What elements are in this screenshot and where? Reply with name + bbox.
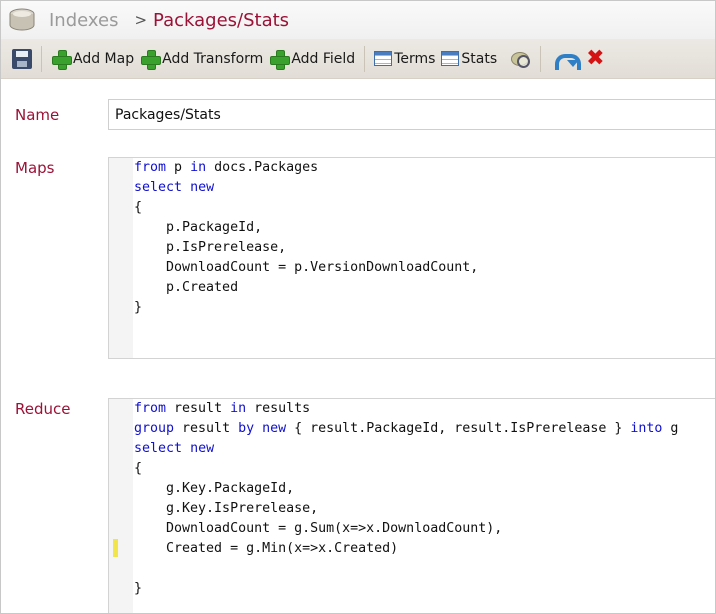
code-text: {	[134, 200, 143, 215]
reduce-code[interactable]: from result in results group result by ne…	[134, 399, 678, 599]
breadcrumb-root[interactable]: Indexes	[49, 10, 118, 31]
code-line: }	[134, 298, 478, 318]
code-line: p.IsPrerelease,	[134, 238, 478, 258]
code-line: g.Key.IsPrerelease,	[134, 499, 678, 519]
code-text: g.Key.PackageId,	[134, 481, 295, 496]
code-line: }	[134, 579, 678, 599]
code-keyword: select	[134, 180, 183, 195]
code-line: p.Created	[134, 278, 478, 298]
code-line: g.Key.PackageId,	[134, 479, 678, 499]
code-text: p.Created	[134, 280, 239, 295]
code-text: p	[166, 160, 191, 175]
code-line: {	[134, 459, 678, 479]
title-bar: Indexes > Packages/Stats	[1, 1, 715, 39]
add-transform-button[interactable]: Add Transform	[137, 44, 266, 74]
query-button[interactable]	[506, 44, 534, 74]
code-line: select new	[134, 439, 678, 459]
breadcrumb-current: Packages/Stats	[153, 9, 290, 31]
save-button[interactable]	[9, 44, 35, 74]
code-text: p.PackageId,	[134, 220, 263, 235]
add-field-button[interactable]: Add Field	[266, 44, 358, 74]
code-text: results	[246, 401, 311, 416]
code-keyword: from	[134, 401, 167, 416]
undo-button[interactable]	[551, 44, 582, 74]
reduce-label: Reduce	[15, 400, 71, 418]
code-text: result	[174, 421, 239, 436]
code-line: select new	[134, 178, 478, 198]
database-icon	[9, 8, 35, 31]
add-field-label: Add Field	[291, 50, 356, 67]
code-keyword: new	[262, 421, 287, 436]
toolbar: Add Map Add Transform Add Field Terms St…	[1, 39, 715, 79]
plus-icon	[140, 49, 162, 70]
query-icon	[509, 49, 531, 69]
code-keyword: new	[190, 441, 215, 456]
code-line: from result in results	[134, 399, 678, 419]
code-line: DownloadCount = p.VersionDownloadCount,	[134, 258, 478, 278]
code-keyword: into	[630, 421, 663, 436]
code-text: }	[134, 581, 143, 596]
x-icon: ✖	[586, 45, 605, 71]
code-text: docs.Packages	[206, 160, 319, 175]
toolbar-divider	[41, 45, 42, 72]
code-text: result	[166, 401, 231, 416]
code-text: g.Key.IsPrerelease,	[134, 501, 319, 516]
maps-code[interactable]: from p in docs.Packages select new{ p.Pac…	[134, 158, 478, 318]
code-line: group result by new { result.PackageId, …	[134, 419, 678, 439]
code-line: Created = g.Min(x=>x.Created)	[134, 539, 678, 559]
code-text: }	[134, 300, 143, 315]
code-text: DownloadCount = p.VersionDownloadCount,	[134, 260, 479, 275]
code-line: DownloadCount = g.Sum(x=>x.DownloadCount…	[134, 519, 678, 539]
terms-label: Terms	[394, 50, 436, 67]
reduce-editor[interactable]: from result in results group result by ne…	[108, 398, 715, 613]
code-text: Created = g.Min(x=>x.Created)	[134, 541, 399, 556]
add-transform-label: Add Transform	[162, 50, 264, 67]
undo-icon	[554, 50, 582, 70]
code-keyword: in	[190, 160, 207, 175]
code-keyword: select	[134, 441, 183, 456]
code-text: { result.PackageId, result.IsPrerelease …	[286, 421, 631, 436]
code-line: from p in docs.Packages	[134, 158, 478, 178]
code-keyword: group	[134, 421, 175, 436]
code-keyword: by	[238, 421, 255, 436]
stats-label: Stats	[461, 50, 498, 67]
maps-gutter	[109, 158, 133, 358]
add-map-label: Add Map	[73, 50, 135, 67]
code-keyword: new	[190, 180, 215, 195]
breadcrumb-separator: >	[134, 11, 148, 29]
table-icon	[441, 51, 460, 66]
name-input[interactable]	[108, 99, 715, 130]
code-text: DownloadCount = g.Sum(x=>x.DownloadCount…	[134, 521, 503, 536]
index-editor-window: Indexes > Packages/Stats Add Map Add Tra…	[0, 0, 716, 614]
code-keyword: in	[230, 401, 247, 416]
maps-editor[interactable]: from p in docs.Packages select new{ p.Pac…	[108, 157, 715, 359]
code-text: p.IsPrerelease,	[134, 240, 287, 255]
code-text: {	[134, 461, 143, 476]
plus-icon	[269, 49, 291, 70]
toolbar-divider	[540, 45, 542, 72]
terms-button[interactable]: Terms	[371, 44, 438, 74]
reduce-gutter	[109, 399, 133, 613]
code-line: p.PackageId,	[134, 218, 478, 238]
add-map-button[interactable]: Add Map	[48, 44, 137, 74]
change-marker	[113, 539, 118, 557]
code-line: {	[134, 198, 478, 218]
stats-button[interactable]: Stats	[438, 44, 500, 74]
code-text: g	[662, 421, 679, 436]
name-label: Name	[15, 106, 60, 124]
save-icon	[12, 48, 32, 69]
maps-label: Maps	[15, 159, 55, 177]
plus-icon	[51, 49, 72, 70]
code-keyword: from	[134, 160, 167, 175]
delete-button[interactable]: ✖	[583, 44, 609, 74]
toolbar-divider	[364, 45, 366, 72]
table-icon	[374, 51, 393, 66]
